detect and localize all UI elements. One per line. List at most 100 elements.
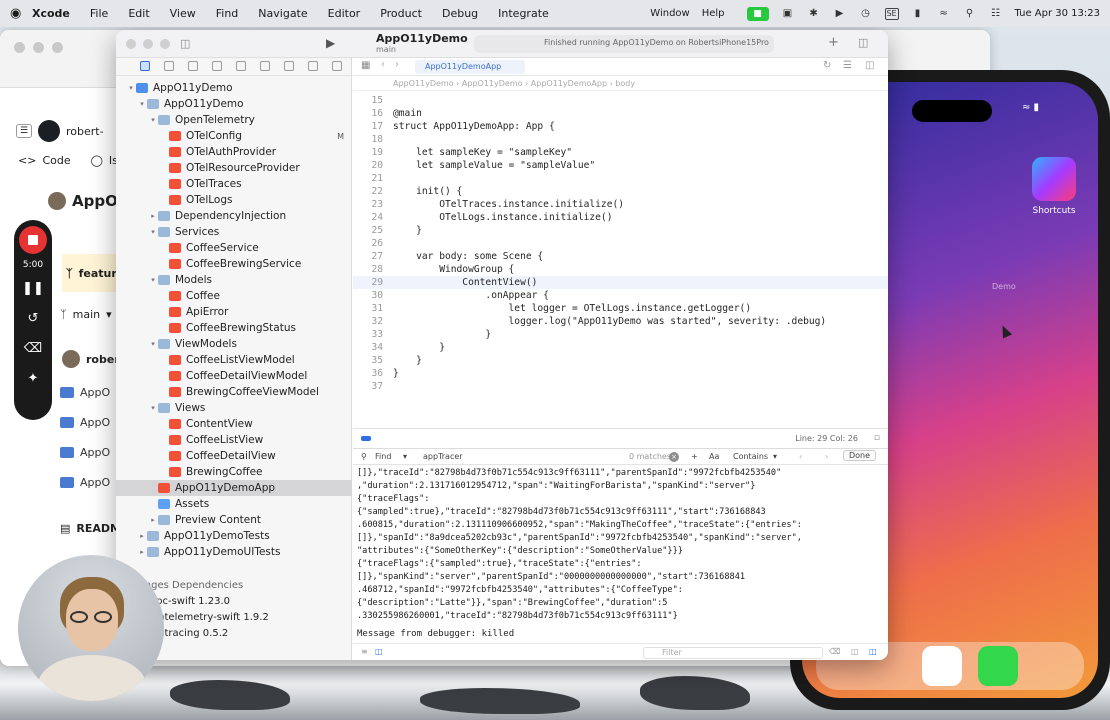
- minimize-icon[interactable]: [33, 42, 44, 53]
- disclosure-triangle-icon[interactable]: ▸: [148, 212, 158, 220]
- folder-icon[interactable]: [140, 61, 150, 71]
- search-icon[interactable]: [212, 61, 222, 71]
- code-line[interactable]: 19 let sampleKey = "sampleKey": [353, 146, 888, 159]
- menu-view[interactable]: View: [170, 7, 196, 20]
- navigator-item[interactable]: ▸ DependencyInjection: [116, 208, 352, 224]
- inspector-toggle-icon[interactable]: ◫: [858, 36, 868, 49]
- grid-icon[interactable]: ▦: [361, 60, 370, 71]
- screen-record-icon[interactable]: ▣: [781, 8, 795, 20]
- navigator-item[interactable]: ▾ Models: [116, 272, 352, 288]
- menu-window[interactable]: Window: [650, 8, 689, 19]
- time-machine-icon[interactable]: ◷: [859, 8, 873, 20]
- file-list-item[interactable]: AppO: [80, 446, 110, 459]
- menu-clock[interactable]: Tue Apr 30 13:23: [1015, 8, 1100, 19]
- branch-selector[interactable]: main: [73, 308, 100, 321]
- camera-indicator-icon[interactable]: ■: [746, 6, 769, 21]
- disclosure-triangle-icon[interactable]: ▸: [148, 516, 158, 524]
- disclosure-triangle-icon[interactable]: ▾: [148, 404, 158, 412]
- package-item[interactable]: entelemetry-swift 1.9.2: [152, 612, 269, 623]
- navigator-item[interactable]: CoffeeBrewingStatus: [116, 320, 352, 336]
- disclosure-triangle-icon[interactable]: ▸: [137, 532, 147, 540]
- debug-toggle-icon[interactable]: [361, 436, 371, 441]
- add-icon[interactable]: +: [691, 452, 698, 461]
- navigator-item[interactable]: ▾ Services: [116, 224, 352, 240]
- console-options-icon[interactable]: ≡: [361, 647, 368, 656]
- line-number[interactable]: 33: [353, 328, 383, 341]
- effects-icon[interactable]: ✦: [21, 366, 45, 390]
- code-line[interactable]: 16 @main: [353, 107, 888, 120]
- find-mode-dropdown[interactable]: Find: [375, 452, 391, 461]
- disclosure-triangle-icon[interactable]: ▾: [148, 276, 158, 284]
- menu-navigate[interactable]: Navigate: [258, 7, 307, 20]
- disclosure-triangle-icon[interactable]: ▾: [148, 228, 158, 236]
- code-line[interactable]: 28 WindowGroup {: [353, 263, 888, 276]
- console-view-icon[interactable]: ◫: [375, 647, 383, 656]
- code-line[interactable]: 30 .onAppear {: [353, 289, 888, 302]
- input-source-icon[interactable]: SE: [884, 7, 899, 20]
- line-number[interactable]: 25: [353, 224, 383, 237]
- navigator-item[interactable]: CoffeeService: [116, 240, 352, 256]
- symbol-icon[interactable]: [188, 61, 198, 71]
- code-line[interactable]: 36}: [353, 367, 888, 380]
- zoom-icon[interactable]: [52, 42, 63, 53]
- file-list-item[interactable]: AppO: [80, 416, 110, 429]
- navigator-item[interactable]: ▾ OpenTelemetry: [116, 112, 352, 128]
- file-list-item[interactable]: AppO: [80, 386, 110, 399]
- warning-icon[interactable]: [236, 61, 246, 71]
- navigator-item[interactable]: BrewingCoffeeViewModel: [116, 384, 352, 400]
- forward-icon[interactable]: ›: [395, 59, 399, 70]
- breakpoint-icon[interactable]: [308, 61, 318, 71]
- match-case-toggle[interactable]: Aa: [709, 452, 719, 461]
- console-filter-input[interactable]: Filter: [643, 647, 823, 659]
- line-number[interactable]: 19: [353, 146, 383, 159]
- navigator-item[interactable]: AppO11yDemoApp: [116, 480, 352, 496]
- line-number[interactable]: 15: [353, 94, 383, 107]
- line-number[interactable]: 20: [353, 159, 383, 172]
- navigator-item[interactable]: ▸ Preview Content: [116, 512, 352, 528]
- code-line[interactable]: 15: [353, 94, 888, 107]
- refresh-icon[interactable]: ↻: [823, 60, 831, 71]
- code-line[interactable]: 20 let sampleValue = "sampleValue": [353, 159, 888, 172]
- pause-icon[interactable]: ❚❚: [21, 276, 45, 300]
- line-number[interactable]: 30: [353, 289, 383, 302]
- repo-title[interactable]: AppO: [72, 192, 118, 210]
- menu-debug[interactable]: Debug: [442, 7, 478, 20]
- line-number[interactable]: 36: [353, 367, 383, 380]
- navigator-item[interactable]: Coffee: [116, 288, 352, 304]
- previous-match-icon[interactable]: ‹: [799, 452, 802, 461]
- control-center-icon[interactable]: ☷: [989, 8, 1003, 20]
- line-number[interactable]: 26: [353, 237, 383, 250]
- line-number[interactable]: 17: [353, 120, 383, 133]
- code-line[interactable]: 34 }: [353, 341, 888, 354]
- line-number[interactable]: 31: [353, 302, 383, 315]
- report-icon[interactable]: [332, 61, 342, 71]
- menu-edit[interactable]: Edit: [128, 7, 149, 20]
- sidebar-toggle-icon[interactable]: ◫: [180, 37, 190, 50]
- find-input[interactable]: appTracer: [423, 452, 463, 461]
- menu-find[interactable]: Find: [216, 7, 239, 20]
- disclosure-triangle-icon[interactable]: ▾: [137, 100, 147, 108]
- disclosure-triangle-icon[interactable]: ▾: [148, 116, 158, 124]
- wifi-icon[interactable]: ≈: [937, 8, 951, 20]
- line-number[interactable]: 22: [353, 185, 383, 198]
- code-line[interactable]: 21: [353, 172, 888, 185]
- readme-tab[interactable]: READM: [76, 522, 121, 535]
- line-number[interactable]: 29: [353, 276, 383, 289]
- navigator-item[interactable]: CoffeeListViewModel: [116, 352, 352, 368]
- close-icon[interactable]: [14, 42, 25, 53]
- navigator-item[interactable]: CoffeeDetailView: [116, 448, 352, 464]
- code-line[interactable]: 22 init() {: [353, 185, 888, 198]
- navigator-item[interactable]: ▸ AppO11yDemoUITests: [116, 544, 352, 560]
- navigator-item[interactable]: ▾ AppO11yDemo: [116, 80, 352, 96]
- tab-code[interactable]: Code: [42, 154, 70, 167]
- navigator-item[interactable]: OTelConfig M: [116, 128, 352, 144]
- trash-icon[interactable]: ⌫: [829, 647, 840, 656]
- navigator-item[interactable]: CoffeeBrewingService: [116, 256, 352, 272]
- code-line[interactable]: 35 }: [353, 354, 888, 367]
- test-icon[interactable]: [260, 61, 270, 71]
- close-icon[interactable]: [126, 39, 136, 49]
- battery-icon[interactable]: ▮: [911, 8, 925, 20]
- restart-icon[interactable]: ↺: [21, 306, 45, 330]
- code-line[interactable]: 37: [353, 380, 888, 393]
- editor-options-icon[interactable]: ☰: [843, 60, 852, 71]
